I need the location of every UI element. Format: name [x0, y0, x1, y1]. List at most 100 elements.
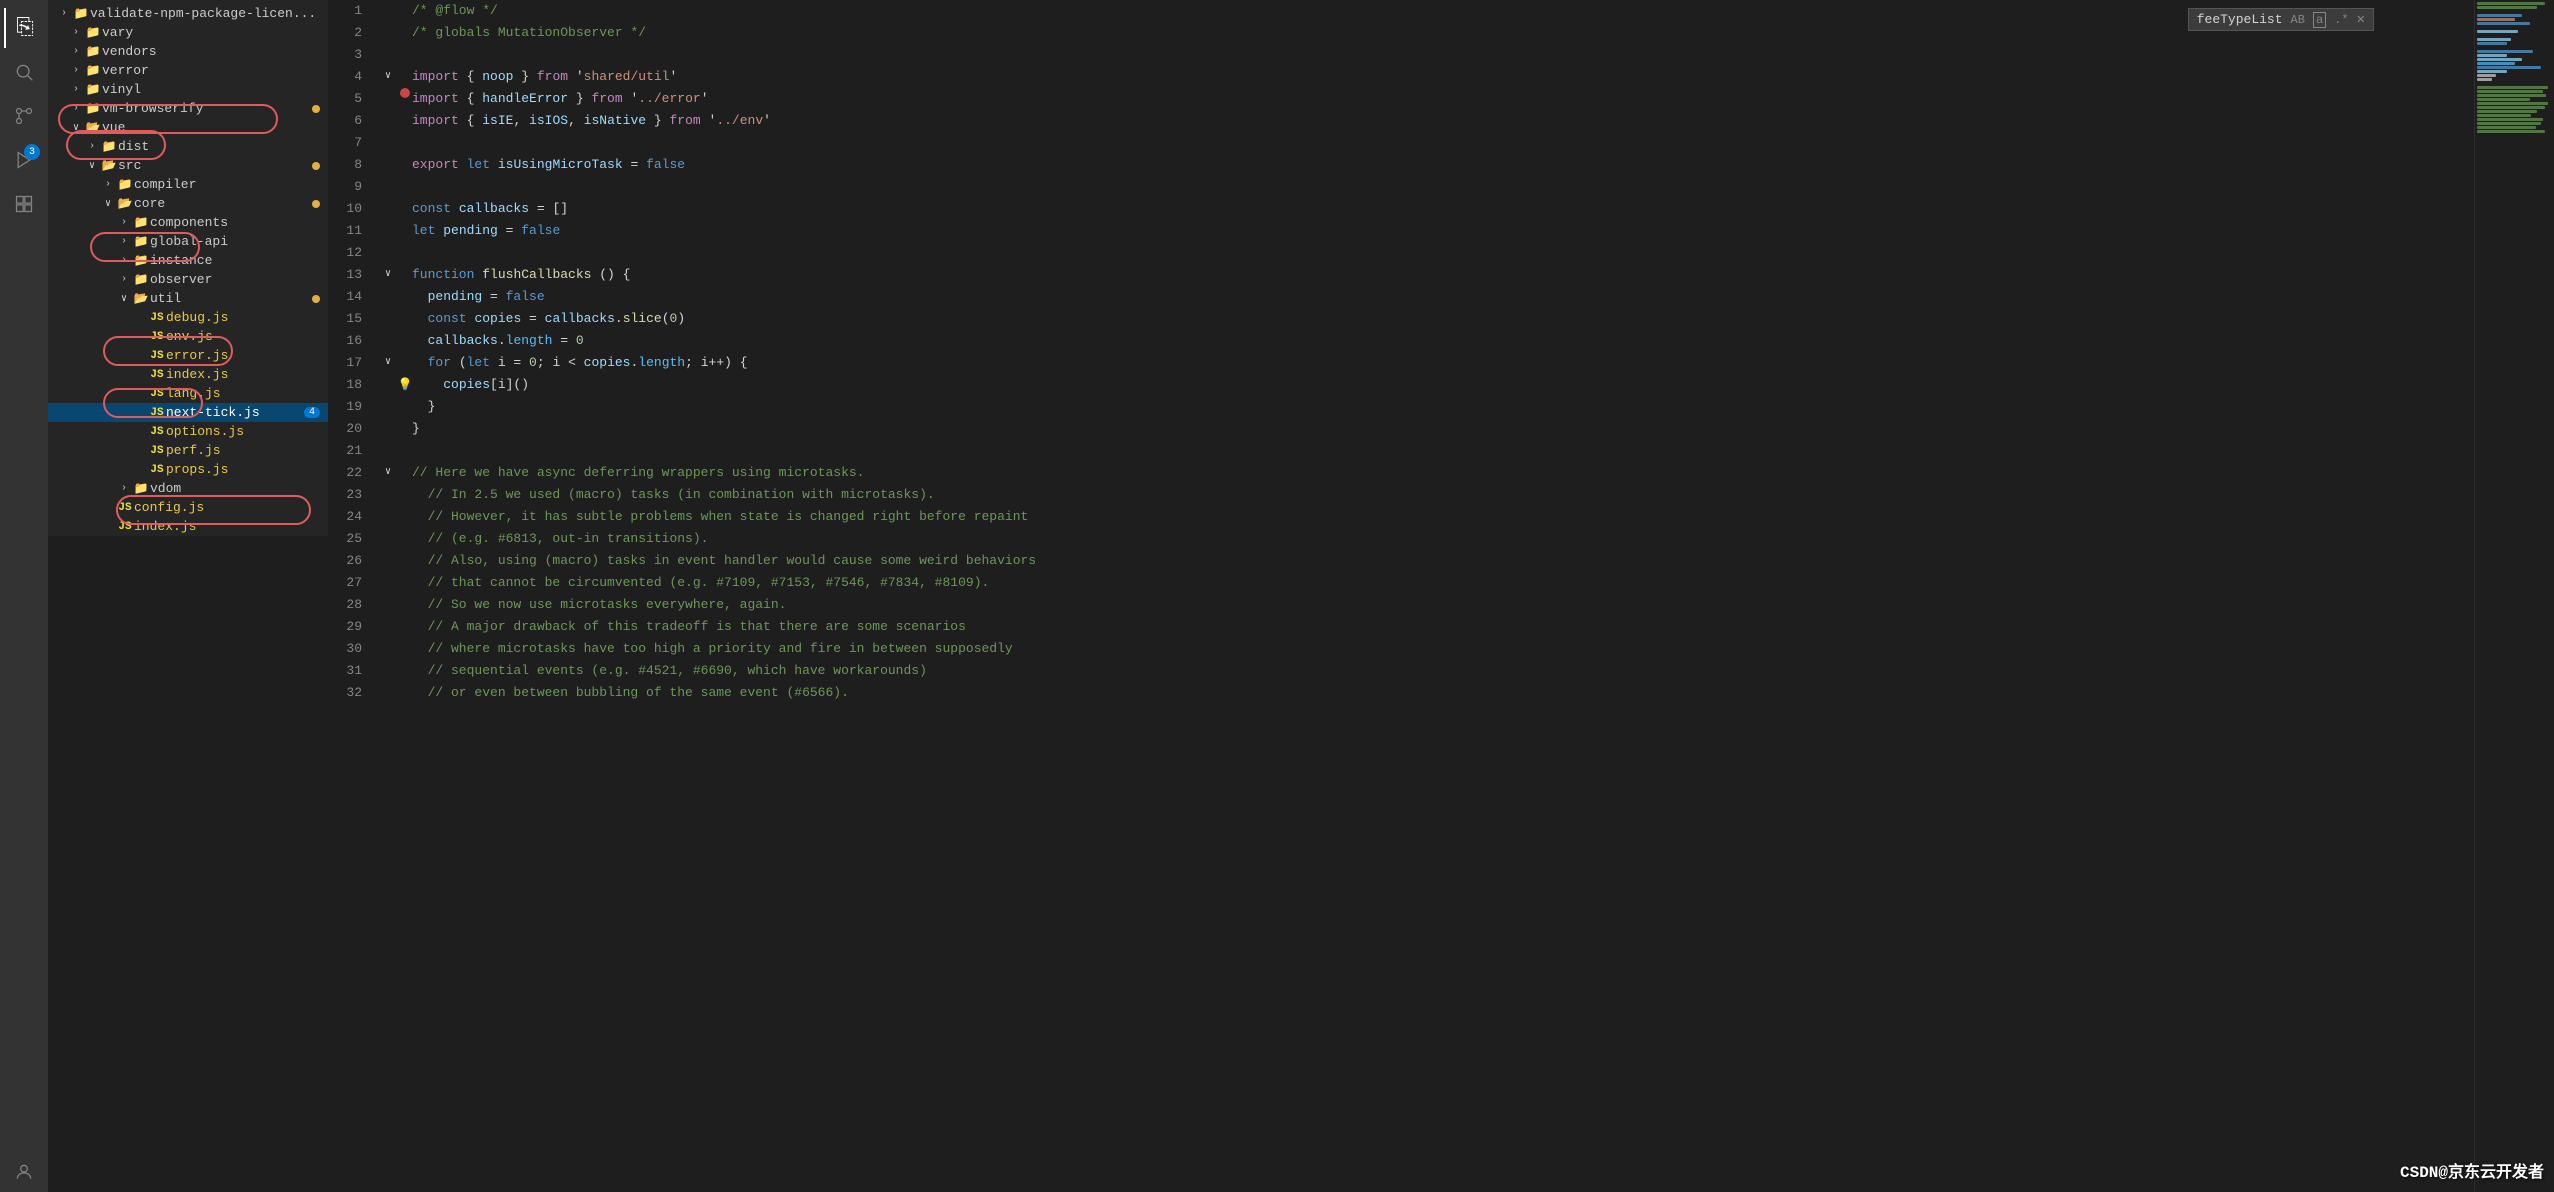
- tree-arrow: ∨: [100, 198, 116, 210]
- code-content: // In 2.5 we used (macro) tasks (in comb…: [412, 484, 2474, 506]
- js-file-icon: JS: [148, 350, 166, 362]
- code-token: import: [412, 113, 459, 128]
- sidebar-item-vinyl[interactable]: › 📁 vinyl: [48, 80, 328, 99]
- git-icon[interactable]: [4, 96, 44, 136]
- code-content: [412, 242, 2474, 264]
- sidebar-item-lang-js[interactable]: › JS lang.js: [48, 384, 328, 403]
- code-token: copies: [474, 311, 521, 326]
- sidebar-item-observer[interactable]: › 📁 observer: [48, 270, 328, 289]
- search-regex[interactable]: .*: [2334, 13, 2348, 27]
- sidebar-item-index-js2[interactable]: › JS index.js: [48, 517, 328, 536]
- code-content: // (e.g. #6813, out-in transitions).: [412, 528, 2474, 550]
- sidebar-item-label: debug.js: [166, 310, 328, 325]
- code-token: [412, 311, 428, 326]
- code-token: handleError: [482, 91, 568, 106]
- minimap-content: [2475, 0, 2554, 136]
- sidebar-item-debug-js[interactable]: › JS debug.js: [48, 308, 328, 327]
- debug-icon[interactable]: 3: [4, 140, 44, 180]
- sidebar-item-util[interactable]: ∨ 📂 util: [48, 289, 328, 308]
- activity-bar: ⎘ 3: [0, 0, 48, 1192]
- code-token: // sequential events (e.g. #4521, #6690,…: [412, 663, 927, 678]
- line-number: 17: [328, 352, 378, 374]
- code-token: let: [467, 355, 490, 370]
- sidebar-item-dist[interactable]: › 📁 dist: [48, 137, 328, 156]
- sidebar-item-vue[interactable]: ∨ 📂 vue: [48, 118, 328, 137]
- search-close[interactable]: ✕: [2357, 11, 2365, 28]
- line-indicator: [398, 88, 412, 98]
- code-line: 6import { isIE, isIOS, isNative } from '…: [328, 110, 2474, 132]
- fold-arrow[interactable]: ∨: [378, 264, 398, 286]
- sidebar-item-error-js[interactable]: › JS error.js: [48, 346, 328, 365]
- code-token: {: [459, 113, 482, 128]
- sidebar-item-compiler[interactable]: › 📁 compiler: [48, 175, 328, 194]
- sidebar-item-config-js[interactable]: › JS config.js: [48, 498, 328, 517]
- code-token: const: [428, 311, 467, 326]
- search-icon[interactable]: [4, 52, 44, 92]
- search-match-case[interactable]: AB: [2291, 13, 2305, 27]
- tree-arrow: ›: [68, 27, 84, 38]
- code-token: 0: [576, 333, 584, 348]
- sidebar-item-label: vary: [102, 25, 328, 40]
- sidebar-item-instance[interactable]: › 📁 instance: [48, 251, 328, 270]
- fold-arrow[interactable]: ∨: [378, 462, 398, 484]
- code-token: // Also, using (macro) tasks in event ha…: [412, 553, 1036, 568]
- code-token: pending: [443, 223, 498, 238]
- code-token: // (e.g. #6813, out-in transitions).: [412, 531, 708, 546]
- code-token: callbacks: [459, 201, 529, 216]
- sidebar-item-label: validate-npm-package-licen...: [90, 6, 328, 21]
- find-widget[interactable]: feeTypeList AB a .* ✕: [2188, 8, 2374, 31]
- tree-arrow: ›: [116, 217, 132, 228]
- sidebar-item-core[interactable]: ∨ 📂 core: [48, 194, 328, 213]
- sidebar-item-props-js[interactable]: › JS props.js: [48, 460, 328, 479]
- code-line: 7: [328, 132, 2474, 154]
- sidebar-item-vm-browserify[interactable]: › 📁 vm-browserify: [48, 99, 328, 118]
- line-number: 8: [328, 154, 378, 176]
- code-content: copies[i](): [412, 374, 2474, 396]
- sidebar-item-vendors[interactable]: › 📁 vendors: [48, 42, 328, 61]
- code-line: 14 pending = false: [328, 286, 2474, 308]
- code-content: export let isUsingMicroTask = false: [412, 154, 2474, 176]
- sidebar-item-components[interactable]: › 📁 components: [48, 213, 328, 232]
- code-line: 26 // Also, using (macro) tasks in event…: [328, 550, 2474, 572]
- sidebar-item-global-api[interactable]: › 📁 global-api: [48, 232, 328, 251]
- code-line: 23 // In 2.5 we used (macro) tasks (in c…: [328, 484, 2474, 506]
- explorer-icon[interactable]: ⎘: [4, 8, 44, 48]
- code-token: ': [701, 113, 717, 128]
- code-token: let: [412, 223, 435, 238]
- sidebar-item-next-tick-js[interactable]: › JS next-tick.js 4: [48, 403, 328, 422]
- fold-arrow[interactable]: ∨: [378, 66, 398, 88]
- sidebar-item-options-js[interactable]: › JS options.js: [48, 422, 328, 441]
- sidebar-item-label: util: [150, 291, 312, 306]
- code-token: function: [412, 267, 474, 282]
- sidebar-item-validate-npm[interactable]: › 📁 validate-npm-package-licen...: [48, 4, 328, 23]
- code-content: }: [412, 396, 2474, 418]
- tree-arrow: ›: [116, 255, 132, 266]
- code-editor: feeTypeList AB a .* ✕ 1/* @flow */2/* gl…: [328, 0, 2474, 1192]
- extensions-icon[interactable]: [4, 184, 44, 224]
- sidebar-item-env-js[interactable]: › JS env.js: [48, 327, 328, 346]
- user-icon[interactable]: [4, 1152, 44, 1192]
- code-token: =: [552, 333, 575, 348]
- code-line: 4∨import { noop } from 'shared/util': [328, 66, 2474, 88]
- editor-content[interactable]: 1/* @flow */2/* globals MutationObserver…: [328, 0, 2474, 1192]
- fold-arrow[interactable]: ∨: [378, 352, 398, 374]
- code-content: // A major drawback of this tradeoff is …: [412, 616, 2474, 638]
- tree-arrow: ›: [68, 65, 84, 76]
- sidebar-item-label: core: [134, 196, 312, 211]
- sidebar-item-vary[interactable]: › 📁 vary: [48, 23, 328, 42]
- folder-icon: 📁: [84, 101, 102, 116]
- sidebar-item-vdom[interactable]: › 📁 vdom: [48, 479, 328, 498]
- sidebar-item-src[interactable]: ∨ 📂 src: [48, 156, 328, 175]
- sidebar-item-verror[interactable]: › 📁 verror: [48, 61, 328, 80]
- search-whole-word[interactable]: a: [2313, 12, 2326, 28]
- code-token: // So we now use microtasks everywhere, …: [412, 597, 786, 612]
- code-line: 29 // A major drawback of this tradeoff …: [328, 616, 2474, 638]
- sidebar-item-label: perf.js: [166, 443, 328, 458]
- sidebar-item-label: src: [118, 158, 312, 173]
- folder-icon: 📁: [132, 481, 150, 496]
- line-number: 4: [328, 66, 378, 88]
- sidebar-item-index-js[interactable]: › JS index.js: [48, 365, 328, 384]
- sidebar-item-perf-js[interactable]: › JS perf.js: [48, 441, 328, 460]
- code-token: }: [412, 421, 420, 436]
- code-token: .: [498, 333, 506, 348]
